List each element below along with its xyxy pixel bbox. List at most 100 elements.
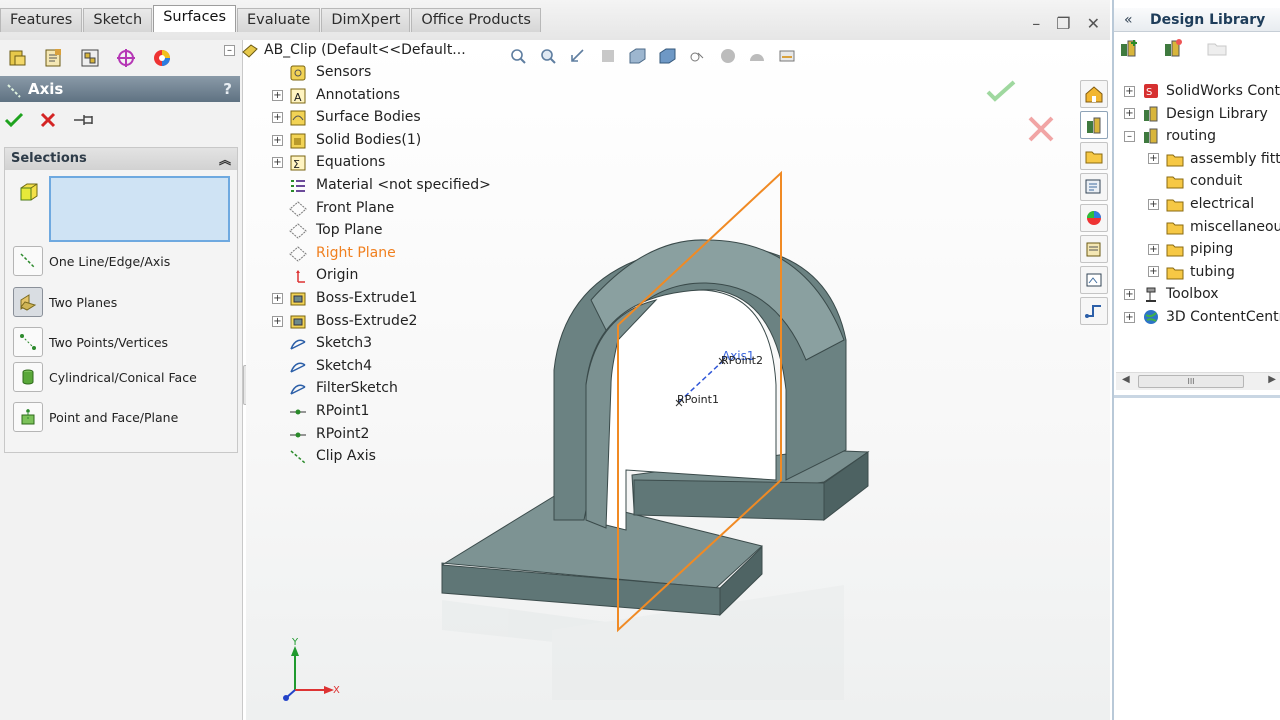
- view-orientation-icon[interactable]: [628, 46, 648, 66]
- scroll-left-icon[interactable]: ◀: [1122, 374, 1130, 385]
- routing-library-tab-icon[interactable]: [1080, 297, 1108, 325]
- tree-item-label: Front Plane: [316, 199, 395, 216]
- horizontal-scrollbar[interactable]: ◀ III ▶: [1116, 372, 1280, 390]
- custom-properties-tab-icon[interactable]: [1080, 235, 1108, 263]
- tree-item-label: Right Plane: [316, 244, 396, 261]
- collapse-icon[interactable]: ︽: [219, 149, 231, 171]
- configuration-manager-icon[interactable]: [75, 44, 105, 72]
- view-palette-tab-icon[interactable]: [1080, 266, 1108, 294]
- expand-icon[interactable]: +: [1148, 153, 1159, 165]
- tab-sketch[interactable]: Sketch: [83, 8, 153, 32]
- expand-icon[interactable]: +: [1124, 311, 1135, 323]
- zoom-to-fit-icon[interactable]: [508, 46, 528, 66]
- tab-surfaces[interactable]: Surfaces: [153, 5, 237, 32]
- folder-icon: [1165, 240, 1185, 258]
- add-to-library-icon[interactable]: [1118, 38, 1140, 62]
- design-library-tab-icon[interactable]: [1080, 111, 1108, 139]
- library-item-solidworks-content[interactable]: + S SolidWorks Content: [1124, 80, 1280, 102]
- pushpin-icon[interactable]: [72, 110, 96, 134]
- library-item-label: assembly fittings: [1190, 150, 1280, 167]
- view-settings-icon[interactable]: [778, 46, 798, 66]
- plane-icon: [288, 222, 308, 240]
- search-tab-icon[interactable]: [1080, 173, 1108, 201]
- section-view-icon[interactable]: [598, 46, 618, 66]
- zoom-to-area-icon[interactable]: [538, 46, 558, 66]
- dimxpert-manager-icon[interactable]: [111, 44, 141, 72]
- selections-header[interactable]: Selections ︽: [5, 148, 237, 170]
- file-explorer-tab-icon[interactable]: [1080, 142, 1108, 170]
- design-library-icon: [1141, 105, 1161, 123]
- cancel-button[interactable]: [38, 110, 58, 134]
- tab-dimxpert[interactable]: DimXpert: [321, 8, 411, 32]
- expand-icon[interactable]: +: [272, 89, 283, 101]
- option-cylindrical-conical-face[interactable]: Cylindrical/Conical Face: [13, 362, 197, 392]
- apply-scene-icon[interactable]: [748, 46, 768, 66]
- confirm-corner-ok-icon[interactable]: [986, 80, 1016, 102]
- library-item-miscellaneous[interactable]: miscellaneous: [1148, 216, 1280, 238]
- expand-icon[interactable]: +: [272, 112, 283, 124]
- material-icon: [288, 177, 308, 195]
- library-item-3d-contentcentral[interactable]: +3D ContentCentral: [1124, 306, 1280, 328]
- restore-icon[interactable]: ❐: [1056, 14, 1070, 33]
- part-icon: [240, 42, 260, 60]
- library-item-assembly-fittings[interactable]: + assembly fittings: [1148, 148, 1280, 170]
- library-item-label: piping: [1190, 241, 1234, 258]
- option-two-points[interactable]: Two Points/Vertices: [13, 327, 168, 357]
- property-manager-icon[interactable]: [39, 44, 69, 72]
- expand-icon[interactable]: +: [1148, 198, 1159, 210]
- collapse-icon[interactable]: –: [1124, 130, 1135, 142]
- appearances-tab-icon[interactable]: [1080, 204, 1108, 232]
- collapse-pane-icon[interactable]: «: [1124, 8, 1133, 31]
- ok-button[interactable]: [4, 110, 24, 134]
- tree-item-label: FilterSketch: [316, 380, 398, 397]
- display-style-icon[interactable]: [658, 46, 678, 66]
- help-button[interactable]: ?: [223, 76, 232, 102]
- library-item-label: conduit: [1190, 173, 1243, 190]
- expand-icon[interactable]: +: [1124, 85, 1135, 97]
- axis-icon: [288, 448, 308, 466]
- expand-icon[interactable]: +: [1148, 243, 1159, 255]
- confirm-corner-cancel-icon[interactable]: [1028, 116, 1054, 142]
- previous-view-icon[interactable]: [568, 46, 588, 66]
- expand-icon[interactable]: +: [272, 315, 283, 327]
- option-one-line-edge-axis[interactable]: One Line/Edge/Axis: [13, 246, 170, 276]
- tab-features[interactable]: Features: [0, 8, 83, 32]
- expand-icon[interactable]: +: [1148, 266, 1159, 278]
- scroll-right-icon[interactable]: ▶: [1268, 374, 1276, 385]
- triad-x-label: X: [333, 685, 340, 696]
- edit-appearance-icon[interactable]: [718, 46, 738, 66]
- hide-show-items-icon[interactable]: [688, 46, 708, 66]
- create-new-folder-icon[interactable]: [1206, 38, 1228, 62]
- library-item-piping[interactable]: + piping: [1148, 238, 1233, 260]
- library-item-conduit[interactable]: conduit: [1148, 170, 1242, 192]
- sketch-icon: [288, 335, 308, 353]
- sketch-icon: [288, 380, 308, 398]
- library-item-tubing[interactable]: + tubing: [1148, 261, 1235, 283]
- library-item-design-library[interactable]: + Design Library: [1124, 103, 1268, 125]
- tab-office-products[interactable]: Office Products: [411, 8, 541, 32]
- expand-icon[interactable]: +: [272, 157, 283, 169]
- scrollbar-thumb[interactable]: III: [1138, 375, 1244, 388]
- option-point-and-face[interactable]: Point and Face/Plane: [13, 402, 178, 432]
- tab-evaluate[interactable]: Evaluate: [237, 8, 321, 32]
- tree-item-label: Sketch3: [316, 335, 373, 352]
- expand-icon[interactable]: +: [1124, 288, 1135, 300]
- tree-item-label: Equations: [316, 154, 386, 171]
- library-item-electrical[interactable]: + electrical: [1148, 193, 1254, 215]
- feature-manager-icon[interactable]: [3, 44, 33, 72]
- expand-icon[interactable]: +: [272, 293, 283, 304]
- display-manager-icon[interactable]: [147, 44, 177, 72]
- library-item-toolbox[interactable]: + Toolbox: [1124, 283, 1219, 305]
- add-file-location-icon[interactable]: [1162, 38, 1184, 62]
- close-icon[interactable]: ✕: [1087, 14, 1100, 33]
- tree-item-label: Sensors: [316, 64, 372, 80]
- library-item-routing[interactable]: – routing: [1124, 125, 1216, 147]
- expand-icon[interactable]: +: [272, 134, 283, 146]
- minimize-icon[interactable]: –: [1032, 14, 1040, 33]
- collapse-icon[interactable]: –: [224, 45, 235, 56]
- option-two-planes[interactable]: Two Planes: [13, 287, 117, 317]
- resources-tab-icon[interactable]: [1080, 80, 1108, 108]
- selection-list-box[interactable]: [49, 176, 230, 242]
- design-library-header: « Design Library: [1114, 8, 1280, 32]
- expand-icon[interactable]: +: [1124, 108, 1135, 120]
